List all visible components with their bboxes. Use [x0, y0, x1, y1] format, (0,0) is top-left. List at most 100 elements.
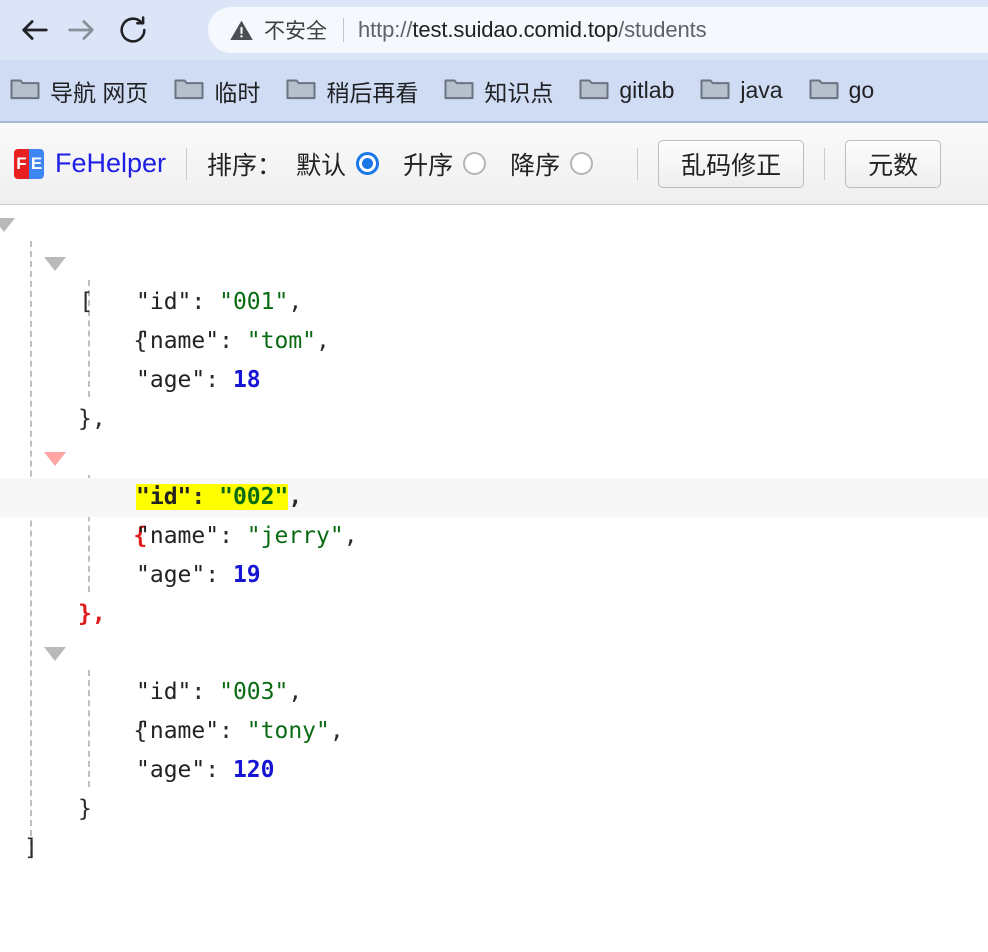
sort-option-label: 默认: [296, 151, 347, 180]
json-brace: },: [78, 406, 106, 432]
toolbar-divider: [824, 147, 826, 180]
json-comma: ,: [288, 679, 303, 705]
json-value: "jerry": [246, 523, 344, 549]
bookmark-label: gitlab: [619, 77, 675, 103]
json-line-object-open: {: [0, 439, 988, 549]
json-key: "id": [136, 679, 192, 705]
json-line-field: "age": 19: [0, 556, 988, 595]
json-key: "age": [136, 562, 206, 588]
sort-option-label: 降序: [510, 151, 561, 180]
sort-option-descending[interactable]: 降序: [510, 146, 594, 182]
json-comma: ,: [329, 718, 344, 744]
sort-label: 排序：: [207, 151, 283, 180]
json-key: "id": [136, 289, 192, 315]
toolbar-divider: [186, 147, 188, 180]
json-separator: :: [205, 562, 233, 588]
json-value: "tony": [246, 718, 330, 744]
json-line-field: "age": 120: [0, 751, 988, 790]
json-line-field: "name": "tony",: [0, 712, 988, 751]
bookmarks-bar: 导航 网页 临时 稍后再看 知识点 gitlab java go: [0, 60, 988, 123]
toolbar-divider: [637, 147, 639, 180]
radio-icon-ascending[interactable]: [463, 152, 487, 175]
browser-toolbar: 不安全 http://test.suidao.comid.top/student…: [0, 0, 988, 60]
json-comma: ,: [288, 289, 303, 315]
json-line-field: "id": "003",: [0, 673, 988, 712]
json-key: "name": [136, 328, 220, 354]
json-comma: ,: [316, 328, 330, 354]
json-key: "name": [136, 523, 220, 549]
json-line-field-highlighted: "id": "002",: [0, 478, 988, 517]
json-key: "name": [136, 718, 220, 744]
url-text: http://test.suidao.comid.top/students: [358, 17, 707, 43]
json-value: "001": [219, 289, 289, 315]
reload-button[interactable]: [110, 7, 156, 53]
json-line-field: "name": "tom",: [0, 322, 988, 361]
sort-option-ascending[interactable]: 升序: [403, 146, 487, 182]
json-key: "id": [136, 484, 192, 510]
security-status-label: 不安全: [264, 20, 327, 43]
json-viewer: [ { "id": "001", "name": "tom", "age": 1…: [0, 205, 988, 952]
json-brace: },: [78, 601, 106, 627]
json-bracket: ]: [24, 835, 38, 861]
bookmark-folder-java[interactable]: java: [700, 75, 783, 106]
bookmark-folder-temp[interactable]: 临时: [174, 74, 260, 108]
fehelper-brand[interactable]: F E FeHelper: [14, 148, 166, 179]
logo-letter-f: F: [14, 148, 29, 179]
address-bar[interactable]: 不安全 http://test.suidao.comid.top/student…: [208, 7, 988, 53]
json-line-object-close: },: [0, 400, 988, 439]
folder-icon: [174, 75, 204, 106]
folder-icon: [700, 75, 730, 106]
search-match-highlight: "id": "002": [136, 484, 289, 510]
sort-option-default[interactable]: 默认: [296, 146, 380, 182]
collapse-triangle-object-icon[interactable]: [44, 257, 66, 271]
forward-button[interactable]: [58, 7, 104, 53]
bookmark-folder-gitlab[interactable]: gitlab: [579, 75, 674, 106]
bookmark-folder-read-later[interactable]: 稍后再看: [286, 74, 418, 108]
collapse-triangle-object-icon[interactable]: [44, 647, 66, 661]
json-value: "002": [219, 484, 289, 510]
warning-triangle-icon: [228, 17, 255, 44]
collapse-triangle-root-icon[interactable]: [0, 218, 15, 232]
json-line-object-close: }: [0, 790, 988, 829]
fix-garbled-text-button[interactable]: 乱码修正: [658, 139, 805, 188]
sort-control-group: 排序： 默认 升序 降序: [207, 146, 617, 182]
json-separator: :: [205, 367, 233, 393]
radio-icon-descending[interactable]: [570, 152, 594, 175]
folder-icon: [286, 75, 316, 106]
json-key: "age": [136, 757, 206, 783]
metadata-button[interactable]: 元数: [845, 139, 942, 188]
bookmark-label: 稍后再看: [326, 79, 419, 106]
bookmark-label: 知识点: [484, 79, 554, 106]
json-separator: :: [205, 757, 233, 783]
json-value: 18: [232, 367, 261, 393]
url-scheme: http://: [358, 17, 413, 42]
sort-option-label: 升序: [403, 151, 454, 180]
omnibox-divider: [343, 18, 344, 42]
folder-icon: [10, 75, 40, 106]
bookmark-folder-knowledge[interactable]: 知识点: [444, 74, 553, 108]
json-line-object-open: {: [0, 634, 988, 744]
json-line-object-close: },: [0, 595, 988, 634]
bookmark-folder-go[interactable]: go: [809, 75, 875, 106]
json-value: "003": [219, 679, 289, 705]
json-comma: ,: [288, 484, 303, 510]
url-path: /students: [618, 17, 707, 42]
radio-icon-default[interactable]: [356, 152, 380, 175]
json-key: "age": [136, 367, 206, 393]
back-arrow-icon: [18, 13, 52, 47]
json-separator: :: [219, 718, 247, 744]
collapse-triangle-object-icon[interactable]: [44, 452, 66, 466]
bookmark-folder-navigation[interactable]: 导航 网页: [10, 74, 148, 108]
fehelper-logo-icon: F E: [14, 148, 44, 179]
json-brace: }: [78, 796, 92, 822]
bookmark-label: 导航 网页: [50, 79, 149, 106]
json-line-field: "name": "jerry",: [0, 517, 988, 556]
bookmark-label: java: [740, 77, 783, 103]
json-separator: :: [219, 328, 247, 354]
bookmark-label: go: [848, 77, 875, 103]
json-separator: :: [191, 679, 220, 705]
back-button[interactable]: [12, 7, 58, 53]
fehelper-title: FeHelper: [55, 148, 167, 178]
url-host: test.suidao.comid.top: [412, 17, 619, 42]
json-line-root-close: ]: [0, 829, 988, 868]
